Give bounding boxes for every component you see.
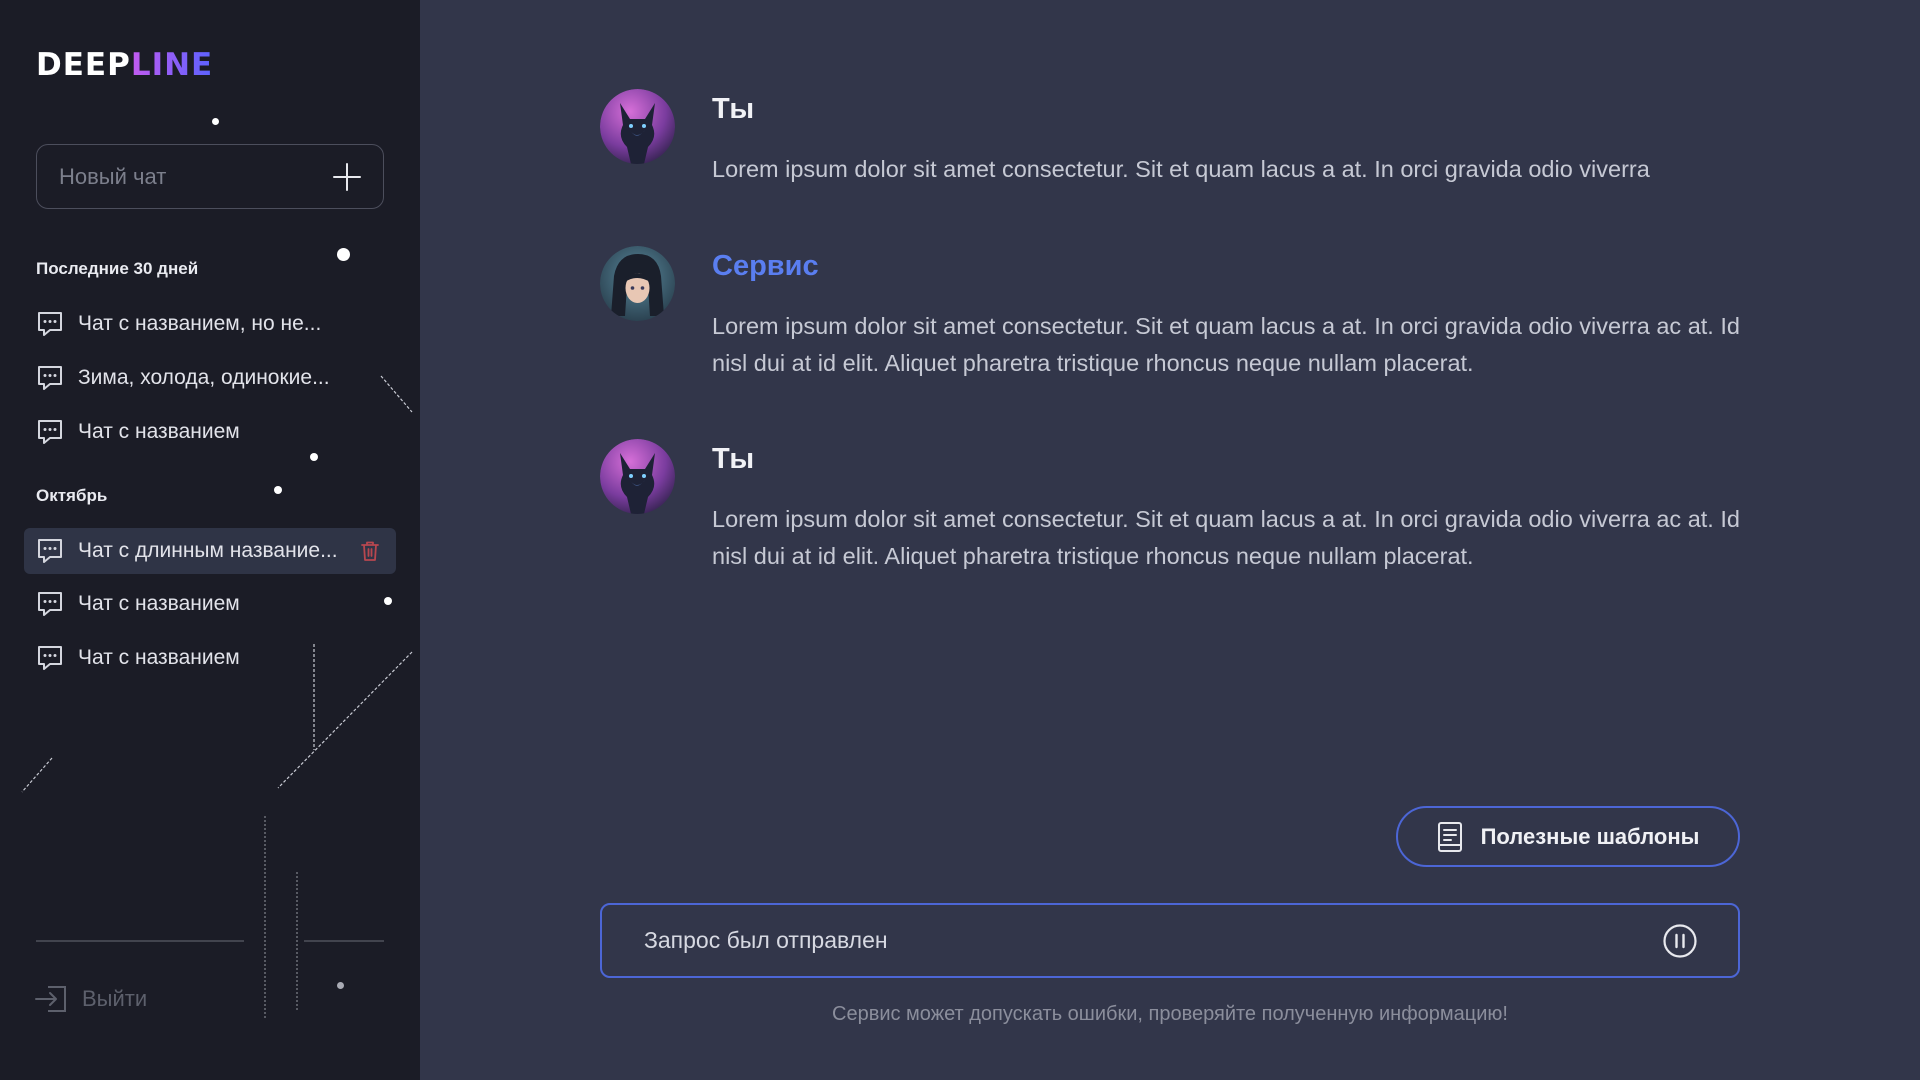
chat-bubble-icon	[38, 366, 62, 390]
query-input-box	[600, 903, 1740, 978]
message-text: Lorem ipsum dolor sit amet consectetur. …	[712, 313, 1740, 376]
section-title-last-30-days: Последние 30 дней	[36, 259, 199, 278]
message-user: Ты Lorem ipsum dolor sit amet consectetu…	[600, 439, 1750, 579]
logout-icon	[35, 986, 66, 1012]
message-text: Lorem ipsum dolor sit amet consectetur. …	[712, 156, 1650, 182]
query-input[interactable]	[644, 927, 1662, 954]
logout-button[interactable]: Выйти	[34, 984, 147, 1014]
logo-part-1: DEEP	[36, 47, 131, 83]
message-author: Ты	[712, 93, 755, 125]
pause-icon[interactable]	[1662, 923, 1698, 959]
message-service: Сервис Lorem ipsum dolor sit amet consec…	[600, 246, 1750, 386]
useful-templates-button[interactable]: Полезные шаблоны	[1396, 806, 1740, 867]
disclaimer-text: Сервис может допускать ошибки, проверяйт…	[832, 1003, 1508, 1025]
message-author: Ты	[712, 443, 755, 475]
chat-list-item[interactable]: Зима, холода, одинокие...	[24, 355, 396, 401]
chat-list-item-active[interactable]: Чат с длинным название...	[24, 528, 396, 574]
chat-list-item-label: Чат с названием	[78, 592, 240, 615]
new-chat-button[interactable]: Новый чат	[36, 144, 384, 209]
chat-list-item[interactable]: Чат с названием	[24, 409, 396, 455]
avatar	[600, 89, 675, 164]
logo: DEEPLINE	[36, 48, 213, 82]
message-user: Ты Lorem ipsum dolor sit amet consectetu…	[600, 89, 1750, 189]
message-text: Lorem ipsum dolor sit amet consectetur. …	[712, 506, 1740, 569]
chat-list-item[interactable]: Чат с названием, но не...	[24, 301, 396, 347]
chat-bubble-icon	[38, 420, 62, 444]
chat-bubble-icon	[38, 312, 62, 336]
useful-templates-label: Полезные шаблоны	[1480, 823, 1700, 849]
avatar	[600, 246, 675, 321]
chat-list-item-label: Чат с длинным название...	[78, 539, 338, 562]
decorative-dot	[212, 118, 219, 125]
plus-icon	[333, 162, 361, 191]
chat-list-item-label: Зима, холода, одинокие...	[78, 366, 330, 389]
decorative-dot	[274, 486, 282, 494]
decorative-dot	[337, 248, 350, 261]
logout-label: Выйти	[82, 986, 148, 1011]
chat-list-item-label: Чат с названием, но не...	[78, 312, 322, 335]
new-chat-label: Новый чат	[59, 163, 167, 189]
message-author: Сервис	[712, 250, 819, 282]
trash-icon[interactable]	[360, 540, 380, 562]
logo-part-2: LINE	[130, 47, 214, 83]
chat-list-item[interactable]: Чат с названием	[24, 635, 396, 681]
sidebar: DEEPLINE Новый чат Последние 30 дней Чат…	[0, 0, 420, 1080]
wolf-avatar-icon	[600, 89, 675, 164]
decorative-dot	[337, 982, 344, 989]
chat-bubble-icon	[38, 539, 62, 563]
section-title-october: Октябрь	[36, 486, 108, 505]
avatar	[600, 439, 675, 514]
chat-bubble-icon	[38, 592, 62, 616]
chat-list-item-label: Чат с названием	[78, 420, 240, 443]
chat-bubble-icon	[38, 646, 62, 670]
anime-girl-avatar-icon	[600, 246, 675, 321]
wolf-avatar-icon	[600, 439, 675, 514]
chat-list-item[interactable]: Чат с названием	[24, 581, 396, 627]
document-icon	[1437, 821, 1462, 852]
chat-list-item-label: Чат с названием	[78, 646, 240, 669]
